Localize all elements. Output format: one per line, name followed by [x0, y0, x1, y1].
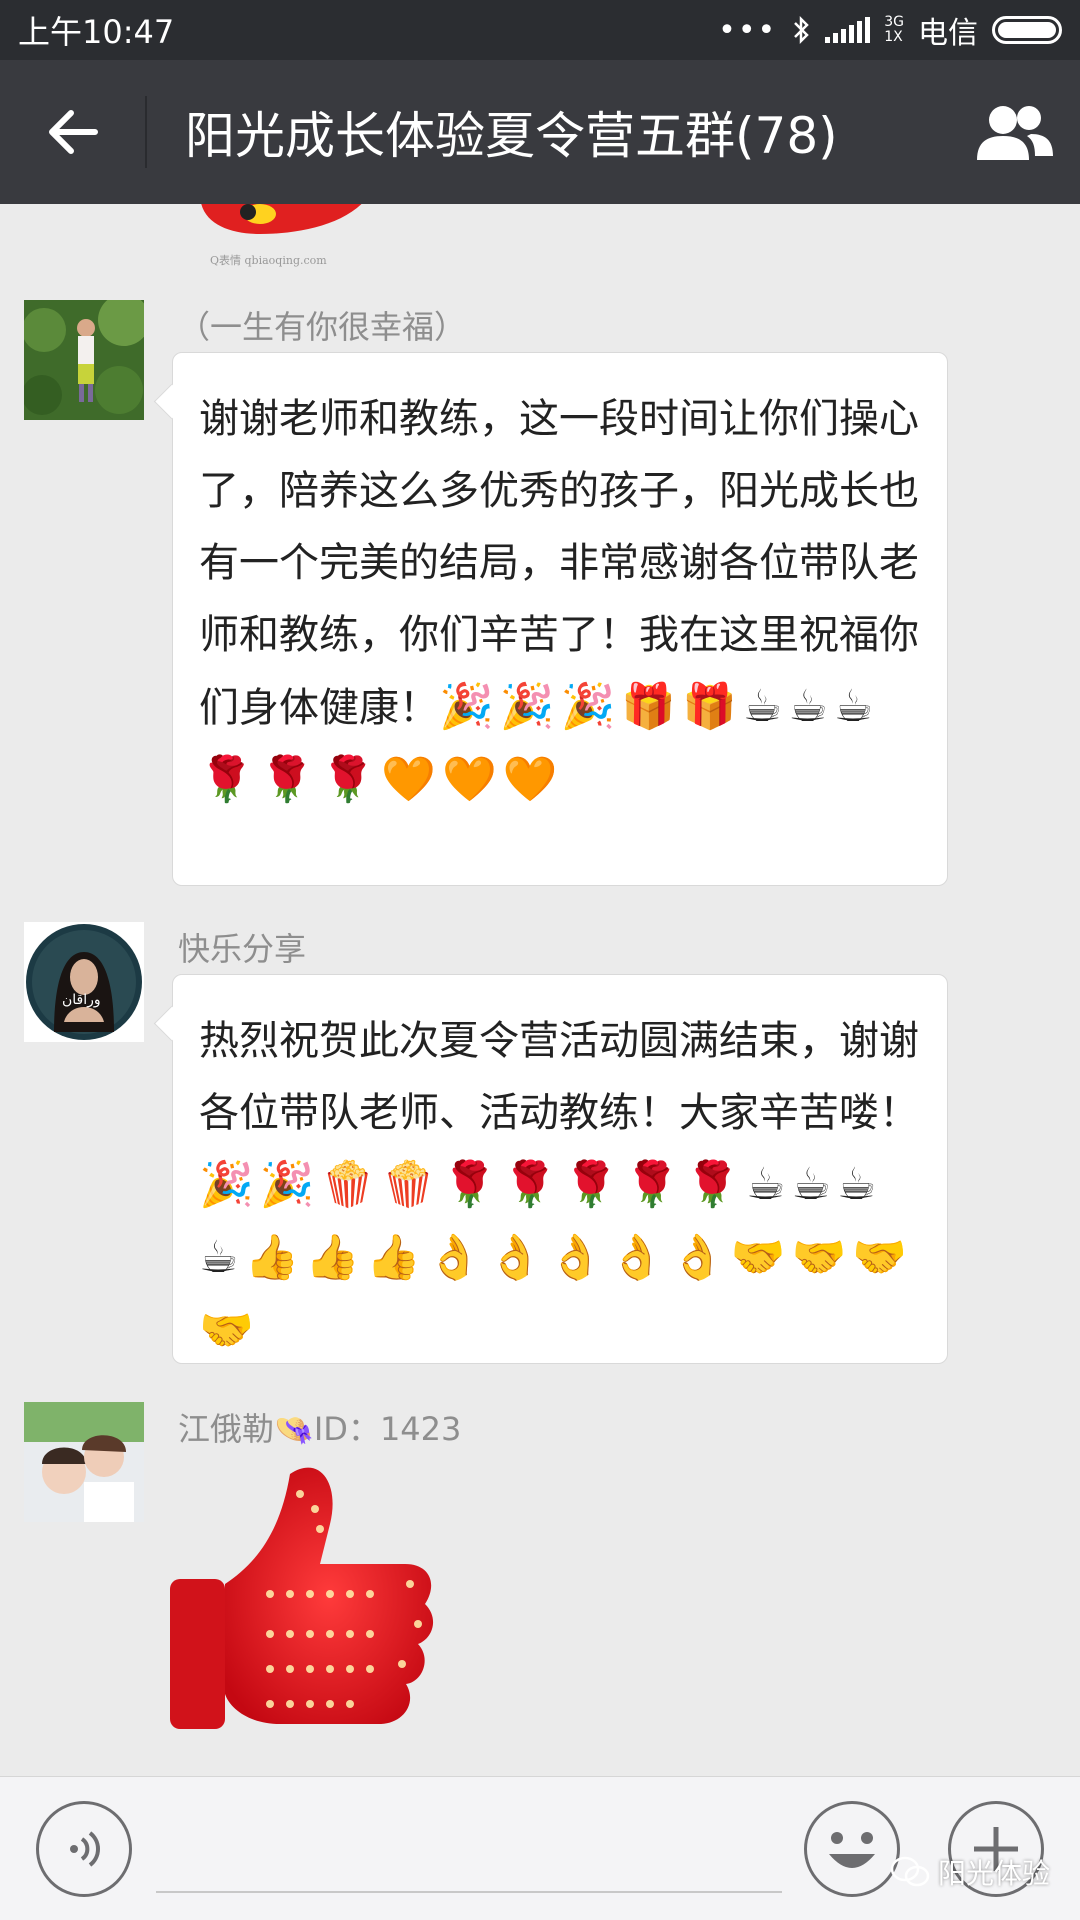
- input-bar: [0, 1776, 1080, 1920]
- message-text: 热烈祝贺此次夏令营活动圆满结束，谢谢各位带队老师、活动教练！大家辛苦喽！: [199, 1018, 919, 1136]
- network-bottom: 1X: [884, 29, 903, 45]
- network-type: 3G 1X: [884, 15, 904, 45]
- group-members-button[interactable]: [950, 60, 1080, 204]
- header-divider: [145, 96, 147, 168]
- avatar[interactable]: وراقان: [24, 922, 144, 1042]
- sender-name: 快乐分享: [178, 930, 307, 968]
- voice-button[interactable]: [36, 1801, 132, 1897]
- carrier-name: 电信: [918, 16, 978, 51]
- chat-title: 阳光成长体验夏令营五群(78): [185, 107, 838, 165]
- chat-messages[interactable]: Q表情 qbiaoqing.com （一生有你很幸福） 谢谢老师和教练，这一段时…: [0, 204, 1080, 1776]
- sender-name-prefix: 江俄勒: [178, 1410, 275, 1448]
- voice-icon: [70, 1831, 100, 1867]
- status-bar: 上午10:47 ••• 3G 1X 电信: [0, 0, 1080, 60]
- sender-name-suffix: ID：1423: [313, 1410, 462, 1448]
- battery-icon: [992, 16, 1062, 44]
- hat-icon: 👒: [274, 1410, 314, 1448]
- bluetooth-icon: [794, 15, 810, 45]
- sender-name: （一生有你很幸福）: [178, 308, 467, 346]
- status-time: 上午10:47: [18, 13, 175, 51]
- sender-name: 江俄勒👒ID：1423: [178, 1404, 461, 1450]
- signal-icon: [825, 17, 871, 43]
- wechat-icon: [890, 1856, 930, 1887]
- back-button[interactable]: [0, 60, 145, 204]
- status-icons: ••• 3G 1X 电信: [718, 8, 1062, 52]
- partial-sticker-caption: Q表情 qbiaoqing.com: [210, 254, 327, 267]
- avatar[interactable]: [24, 300, 144, 420]
- avatar[interactable]: [24, 1402, 144, 1522]
- smiley-icon: [829, 1832, 875, 1868]
- message-bubble[interactable]: 热烈祝贺此次夏令营活动圆满结束，谢谢各位带队老师、活动教练！大家辛苦喽！ 🎉🎉🍿🍿…: [172, 974, 948, 1364]
- group-members-icon: [977, 106, 1053, 160]
- message-emojis: 🎉🎉🍿🍿🌹🌹🌹🌹🌹☕☕☕☕👍👍👍👌👌👌👌👌🤝🤝🤝🤝: [199, 1159, 914, 1356]
- watermark-text: 阳光体验: [938, 1857, 1051, 1890]
- emoji-button[interactable]: [804, 1801, 900, 1897]
- message-input[interactable]: [156, 1891, 782, 1893]
- network-top: 3G: [884, 14, 904, 30]
- avatar-caption: وراقان: [62, 992, 101, 1008]
- chat-header: 阳光成长体验夏令营五群(78): [0, 60, 1080, 204]
- watermark: 阳光体验: [890, 1852, 1050, 1892]
- thumbs-up-sticker[interactable]: [170, 1454, 450, 1744]
- message-bubble[interactable]: 谢谢老师和教练，这一段时间让你们操心了，陪养这么多优秀的孩子，阳光成长也有一个完…: [172, 352, 948, 886]
- arrow-left-icon: [48, 110, 98, 154]
- more-dots-icon: •••: [718, 12, 778, 48]
